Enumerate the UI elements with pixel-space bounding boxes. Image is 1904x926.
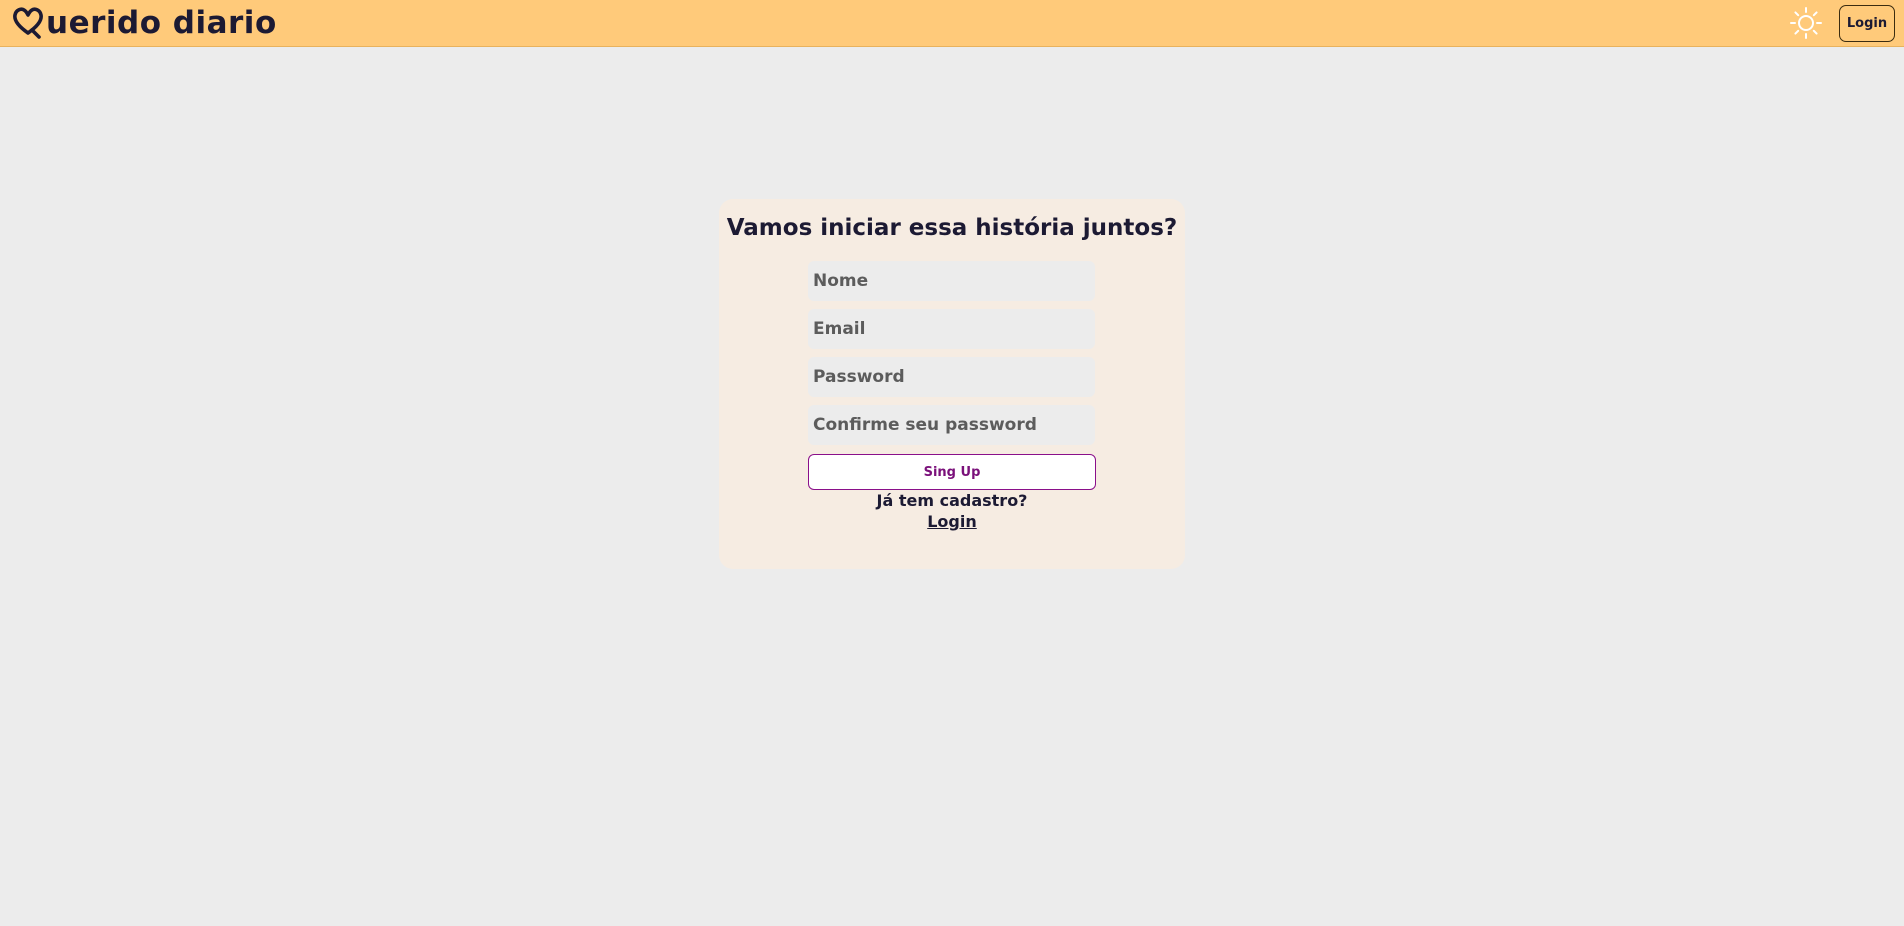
sun-icon[interactable] bbox=[1789, 6, 1823, 40]
header-login-button[interactable]: Login bbox=[1839, 5, 1895, 42]
name-input[interactable] bbox=[808, 261, 1095, 301]
login-link[interactable]: Login bbox=[927, 512, 977, 531]
top-navbar: uerido diario Login bbox=[0, 0, 1904, 47]
login-link-row: Login bbox=[719, 512, 1185, 532]
signup-card: Vamos iniciar essa história juntos? Sing… bbox=[719, 199, 1185, 569]
confirm-password-input[interactable] bbox=[808, 405, 1095, 445]
has-account-text: Já tem cadastro? bbox=[876, 491, 1028, 510]
signup-button[interactable]: Sing Up bbox=[808, 454, 1096, 490]
brand-name: uerido diario bbox=[46, 5, 277, 41]
heart-q-icon bbox=[13, 7, 43, 39]
email-input[interactable] bbox=[808, 309, 1095, 349]
signup-title: Vamos iniciar essa história juntos? bbox=[726, 215, 1178, 241]
brand-logo[interactable]: uerido diario bbox=[12, 4, 277, 42]
password-input[interactable] bbox=[808, 357, 1095, 397]
